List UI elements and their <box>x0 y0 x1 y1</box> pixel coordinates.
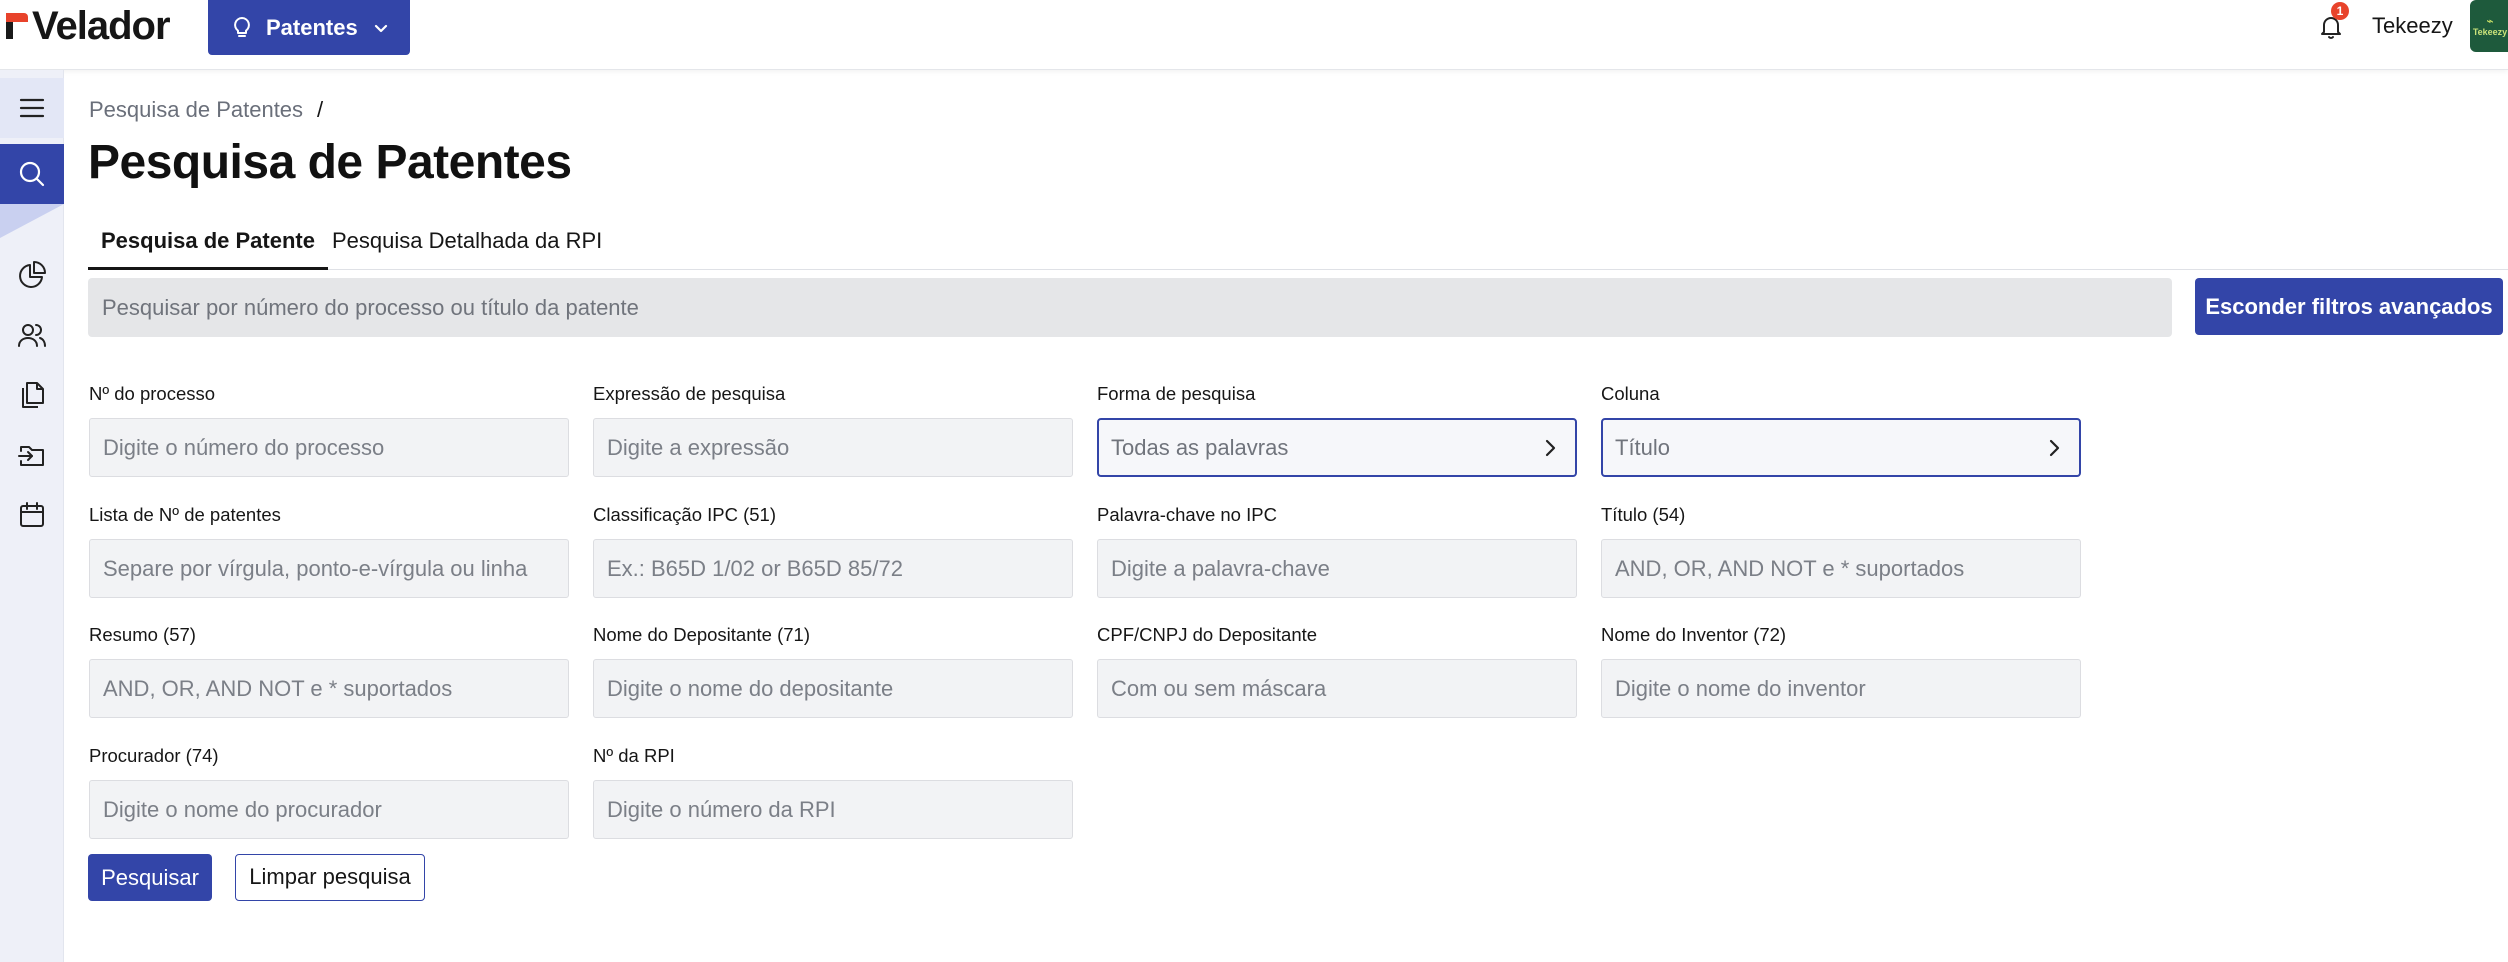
user-name[interactable]: Tekeezy <box>2372 12 2453 40</box>
rail-item-documents[interactable] <box>0 365 64 425</box>
chevron-down-icon <box>374 24 387 32</box>
search-expression-input[interactable]: Digite a expressão <box>593 418 1073 477</box>
ipc-keyword-label: Palavra-chave no IPC <box>1097 504 1277 525</box>
logo-text: Velador <box>32 3 171 48</box>
page-title: Pesquisa de Patentes <box>88 136 572 189</box>
applicant-name-input[interactable]: Digite o nome do depositante <box>593 659 1073 718</box>
chevron-right-icon <box>1545 439 1556 457</box>
rpi-number-label: Nº da RPI <box>593 745 675 766</box>
applicant-id-input[interactable]: Com ou sem máscara <box>1097 659 1577 718</box>
patent-list-label: Lista de Nº de patentes <box>89 504 281 525</box>
module-switcher-label: Patentes <box>266 14 358 40</box>
search-mode-value: Todas as palavras <box>1111 435 1289 460</box>
process-number-input[interactable]: Digite o número do processo <box>89 418 569 477</box>
search-icon <box>19 161 45 187</box>
rail-item-clients[interactable] <box>0 305 64 365</box>
pie-chart-icon <box>19 261 46 288</box>
notification-count-badge: 1 <box>2331 2 2349 20</box>
search-mode-label: Forma de pesquisa <box>1097 383 1256 404</box>
rpi-number-input[interactable]: Digite o número da RPI <box>593 780 1073 839</box>
calendar-icon <box>20 502 44 527</box>
tab-rpi-detailed-search[interactable]: Pesquisa Detalhada da RPI <box>332 224 602 270</box>
attorney-label: Procurador (74) <box>89 745 219 766</box>
module-switcher-button[interactable]: Patentes <box>208 0 410 55</box>
column-label: Coluna <box>1601 383 1660 404</box>
breadcrumb-separator: / <box>317 97 324 122</box>
tab-bar: Pesquisa de Patente Pesquisa Detalhada d… <box>88 224 2508 270</box>
menu-icon <box>19 98 45 118</box>
abstract-input[interactable]: AND, OR, AND NOT e * suportados <box>89 659 569 718</box>
rail-item-dashboard[interactable] <box>0 245 64 305</box>
tab-patent-search[interactable]: Pesquisa de Patente <box>88 224 328 270</box>
inventor-name-label: Nome do Inventor (72) <box>1601 624 1787 645</box>
search-button[interactable]: Pesquisar <box>88 854 212 901</box>
title-label: Título (54) <box>1601 504 1686 525</box>
attorney-input[interactable]: Digite o nome do procurador <box>89 780 569 839</box>
chevron-right-icon <box>2049 439 2060 457</box>
title-input[interactable]: AND, OR, AND NOT e * suportados <box>1601 539 2081 598</box>
search-mode-select[interactable]: Todas as palavras <box>1097 418 1577 477</box>
inventor-name-input[interactable]: Digite o nome do inventor <box>1601 659 2081 718</box>
avatar-logo-icon: ⌁ <box>2486 14 2494 28</box>
search-input[interactable]: Pesquisar por número do processo ou títu… <box>88 278 2172 337</box>
avatar[interactable]: ⌁ Tekeezy <box>2470 0 2508 52</box>
patent-list-input[interactable]: Separe por vírgula, ponto-e-vírgula ou l… <box>89 539 569 598</box>
ipc-classification-input[interactable]: Ex.: B65D 1/02 or B65D 85/72 <box>593 539 1073 598</box>
documents-icon <box>22 382 44 408</box>
search-expression-label: Expressão de pesquisa <box>593 383 786 404</box>
abstract-label: Resumo (57) <box>89 624 196 645</box>
column-select[interactable]: Título <box>1601 418 2081 477</box>
toggle-advanced-filters-button[interactable]: Esconder filtros avançados <box>2195 278 2503 335</box>
users-icon <box>18 324 46 347</box>
breadcrumb: Pesquisa de Patentes / <box>89 96 323 124</box>
ipc-classification-label: Classificação IPC (51) <box>593 504 777 525</box>
lightbulb-icon <box>234 16 250 37</box>
process-number-label: Nº do processo <box>89 383 216 404</box>
breadcrumb-item[interactable]: Pesquisa de Patentes <box>89 97 303 122</box>
clear-search-button[interactable]: Limpar pesquisa <box>235 854 425 901</box>
rail-item-imports[interactable] <box>0 425 64 485</box>
applicant-id-label: CPF/CNPJ do Depositante <box>1097 624 1318 645</box>
menu-toggle-button[interactable] <box>0 78 64 138</box>
ipc-keyword-input[interactable]: Digite a palavra-chave <box>1097 539 1577 598</box>
folder-import-icon <box>18 446 44 466</box>
app-logo[interactable]: Velador <box>4 3 171 48</box>
active-indicator-wedge <box>0 204 64 238</box>
column-value: Título <box>1615 435 1671 460</box>
applicant-name-label: Nome do Depositante (71) <box>593 624 810 645</box>
left-rail <box>0 70 64 962</box>
avatar-text: Tekeezy <box>2472 27 2508 37</box>
logo-mark-icon <box>4 11 28 41</box>
top-header: Velador Patentes 1 Tekeezy ⌁ Tekeezy <box>0 0 2508 70</box>
rail-item-calendar[interactable] <box>0 485 64 545</box>
rail-item-search[interactable] <box>0 144 64 204</box>
